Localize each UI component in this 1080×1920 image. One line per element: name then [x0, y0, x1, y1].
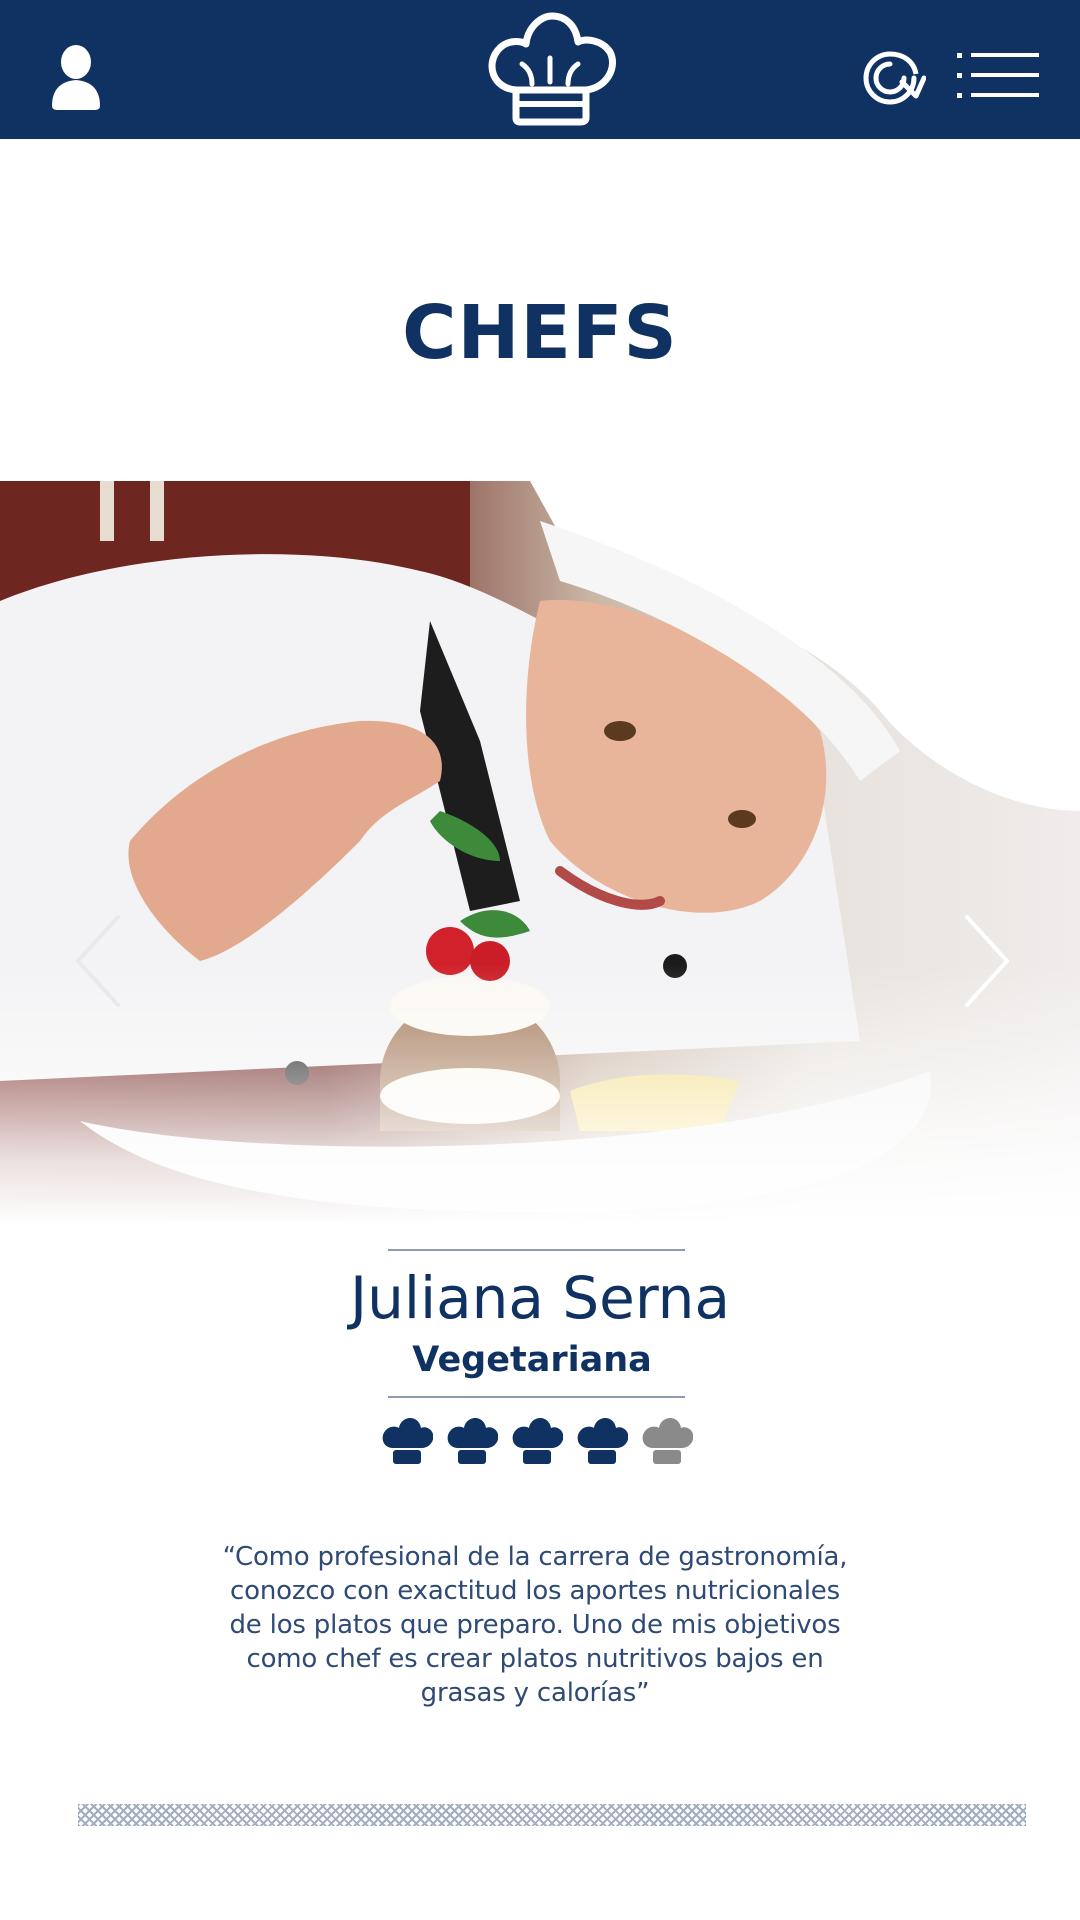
chef-hat-icon: [447, 1418, 498, 1464]
refresh-button[interactable]: [852, 40, 928, 116]
chef-hat-icon-inactive: [642, 1418, 693, 1464]
chevron-left-icon: [76, 915, 120, 1007]
name-divider-bottom: [388, 1396, 685, 1398]
page-title: CHEFS: [402, 290, 678, 376]
user-icon: [52, 45, 100, 110]
name-divider-top: [388, 1249, 685, 1251]
chefs-screen: CHEFS Juliana Serna Vegetariana “Como pr…: [0, 0, 1080, 1920]
chef-hat-icon: [512, 1418, 563, 1464]
chef-rating: [380, 1418, 700, 1468]
app-logo[interactable]: [480, 10, 620, 128]
chef-name: Juliana Serna: [349, 1264, 730, 1332]
chef-photo[interactable]: [0, 481, 1080, 1224]
top-bar: [0, 0, 1080, 139]
chef-specialty: Vegetariana: [412, 1340, 652, 1380]
chef-quote: “Como profesional de la carrera de gastr…: [222, 1542, 848, 1708]
refresh-icon: [863, 51, 926, 105]
decorative-pattern-divider: [78, 1804, 1026, 1826]
user-button[interactable]: [40, 36, 112, 116]
menu-list-icon: [957, 53, 1039, 98]
chef-hat-logo-icon: [488, 12, 616, 126]
menu-button[interactable]: [956, 46, 1042, 106]
chevron-right-icon: [965, 915, 1009, 1007]
chef-hat-icon: [382, 1418, 433, 1464]
carousel-prev-button[interactable]: [70, 911, 130, 1011]
photo-bottom-fade: [0, 964, 1080, 1224]
chef-hat-icon: [577, 1418, 628, 1464]
carousel-next-button[interactable]: [955, 911, 1015, 1011]
